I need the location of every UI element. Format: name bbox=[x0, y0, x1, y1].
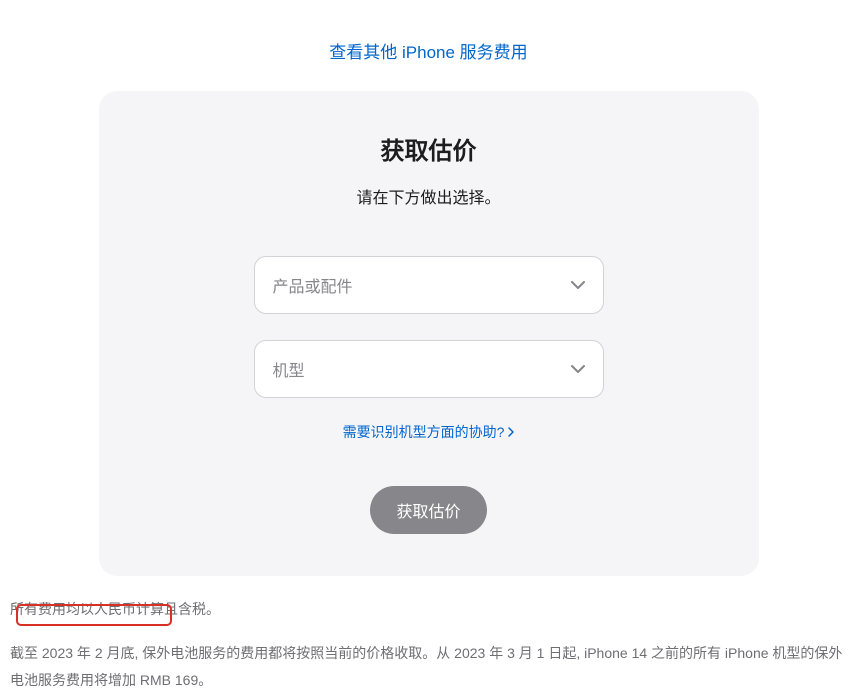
product-select-placeholder: 产品或配件 bbox=[273, 273, 353, 297]
card-subtitle: 请在下方做出选择。 bbox=[159, 184, 699, 208]
other-services-link[interactable]: 查看其他 iPhone 服务费用 bbox=[329, 43, 527, 62]
product-select-wrapper: 产品或配件 bbox=[254, 256, 604, 314]
model-select-wrapper: 机型 bbox=[254, 340, 604, 398]
model-select-placeholder: 机型 bbox=[273, 357, 305, 381]
card-title: 获取估价 bbox=[159, 131, 699, 166]
top-link-container: 查看其他 iPhone 服务费用 bbox=[0, 0, 857, 91]
chevron-down-icon bbox=[571, 364, 585, 374]
help-link-text: 需要识别机型方面的协助? bbox=[343, 422, 505, 442]
model-select[interactable]: 机型 bbox=[254, 340, 604, 398]
footer-tax-note: 所有费用均以人民币计算且含税。 bbox=[10, 598, 847, 620]
product-select[interactable]: 产品或配件 bbox=[254, 256, 604, 314]
chevron-right-icon bbox=[508, 427, 514, 437]
footer-price-note: 截至 2023 年 2 月底, 保外电池服务的费用都将按照当前的价格收取。从 2… bbox=[10, 640, 847, 693]
estimate-card: 获取估价 请在下方做出选择。 产品或配件 机型 需要识别机型方面的协助? 获取估… bbox=[99, 91, 759, 576]
get-estimate-button[interactable]: 获取估价 bbox=[370, 486, 486, 534]
submit-row: 获取估价 bbox=[159, 486, 699, 534]
help-link[interactable]: 需要识别机型方面的协助? bbox=[343, 422, 515, 442]
chevron-down-icon bbox=[571, 280, 585, 290]
footer: 所有费用均以人民币计算且含税。 截至 2023 年 2 月底, 保外电池服务的费… bbox=[0, 576, 857, 694]
